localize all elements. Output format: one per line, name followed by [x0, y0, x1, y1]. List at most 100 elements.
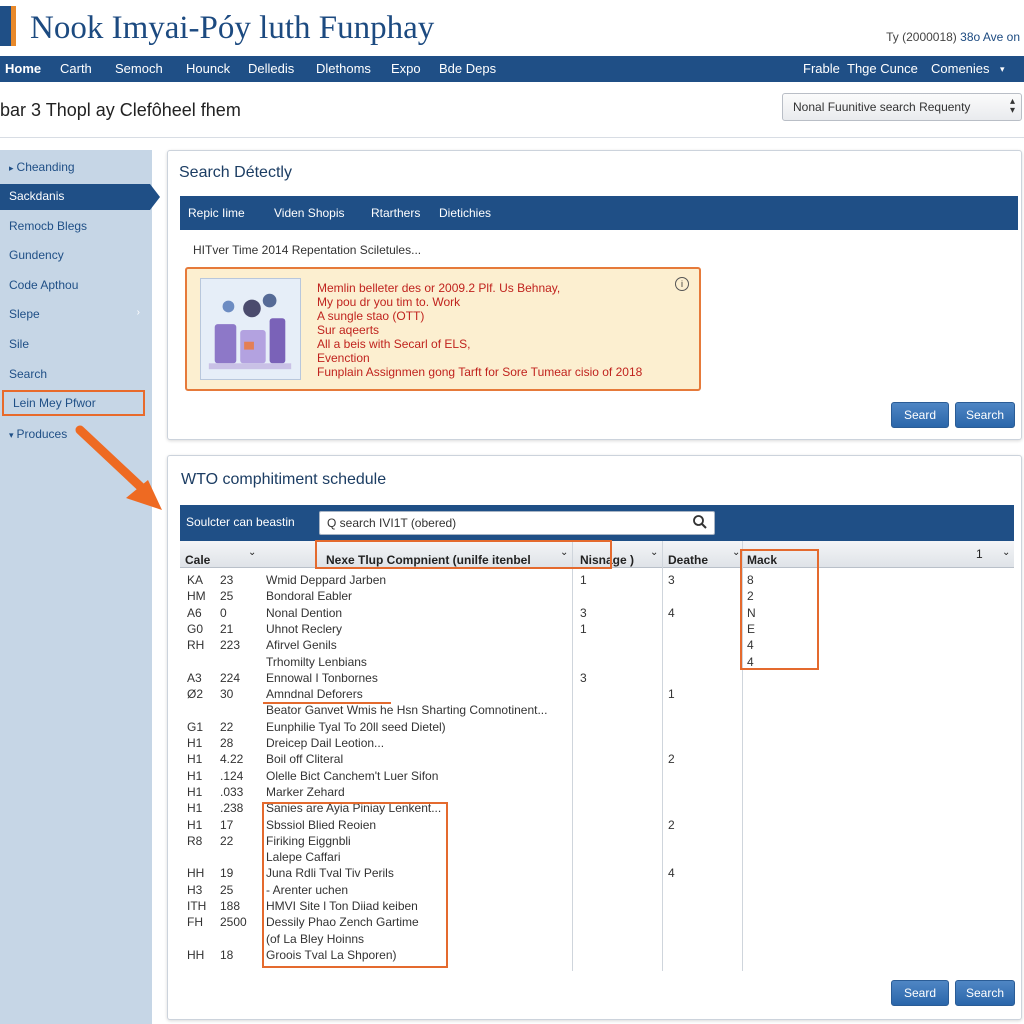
sidebar-item-active[interactable]: Sackdanis [0, 184, 160, 210]
nav-item[interactable]: Delledis [248, 61, 294, 76]
page-title: bar 3 Thopl ay Clefôheel fhem [0, 100, 241, 120]
table-cell: 28 [220, 736, 234, 750]
seard-button[interactable]: Seard [891, 980, 949, 1006]
table-cell: Trhomilty Lenbians [266, 654, 367, 669]
chevron-down-icon[interactable]: ⌄ [1002, 547, 1010, 558]
table-row[interactable]: A6 0 Nonal Dention 3 4 N [180, 604, 1014, 620]
table-cell: Ø2 [187, 687, 204, 702]
nav-item[interactable]: Expo [391, 61, 421, 76]
table-cell: H1 [187, 768, 203, 783]
column-header-label: Deathe [668, 553, 709, 567]
table-row[interactable]: G1 22 Eunphilie Tyal To 20ll seed Dietel) [180, 718, 1014, 734]
info-icon[interactable]: i [675, 277, 689, 291]
table-cell: 23 [220, 573, 234, 587]
nav-item[interactable]: Hounck [186, 61, 230, 76]
nav-item[interactable]: Comenies [931, 61, 990, 76]
table-cell: 19 [220, 866, 234, 881]
sidebar-item[interactable]: Search [0, 362, 152, 388]
table-cell: HH [187, 866, 205, 881]
chevron-down-icon[interactable]: ⌄ [650, 547, 658, 558]
sidebar-item[interactable]: ▸ Cheanding [0, 155, 152, 181]
column-header[interactable]: 1 [976, 547, 983, 561]
tab-item[interactable]: Repic Iime [188, 206, 245, 220]
sidebar-item-highlighted[interactable]: Lein Mey Pfwor [2, 390, 145, 416]
tab-item[interactable]: Viden Shopis [274, 206, 345, 220]
triangle-down-icon: ▾ [9, 430, 14, 440]
tab-item[interactable]: Rtarthers [371, 206, 420, 220]
table-cell: 224 [220, 670, 241, 685]
tab-item[interactable]: Dietichies [439, 206, 491, 220]
table-cell: Afirvel Genils [266, 638, 337, 653]
table-cell: ITH [187, 899, 207, 913]
search-input-value: Q search IVI1T (obered) [327, 516, 457, 530]
sidebar-item[interactable]: Remocb Blegs [0, 214, 152, 240]
sidebar: ▸ Cheanding Sackdanis Remocb Blegs Gunden… [0, 150, 160, 1024]
chevron-down-icon[interactable]: ▾ [1000, 64, 1005, 75]
result-summary[interactable]: HITver Time 2014 Repentation Sciletules.… [193, 243, 421, 257]
table-row[interactable]: A3 224 Ennowal I Tonbornes 3 [180, 669, 1014, 685]
table-cell: R8 [187, 833, 203, 848]
table-row[interactable]: Ø2 30 Amndnal Deforers 1 [180, 685, 1014, 701]
search-input[interactable]: Q search IVI1T (obered) [319, 511, 715, 535]
nav-item[interactable]: Carth [60, 61, 92, 76]
table-row[interactable]: G0 21 Uhnot Reclery 1 E [180, 620, 1014, 636]
sidebar-item[interactable]: Sile [0, 332, 152, 358]
sort-select[interactable]: Nonal Fuunitive search Requenty ▴ ▾ [782, 93, 1022, 121]
sidebar-item[interactable]: Slepe › [0, 302, 152, 328]
notice-line: Memlin belleter des or 2009.2 Plf. Us Be… [317, 281, 561, 295]
orange-arrow-annotation [75, 425, 162, 510]
nav-item[interactable]: Frable [803, 61, 840, 76]
chevron-right-icon: › [136, 307, 140, 318]
table-row[interactable]: H1 4.22 Boil off Cliteral 2 [180, 750, 1014, 766]
header-info-link[interactable]: 38o Ave on [960, 30, 1020, 44]
table-row[interactable]: RH 223 Afirvel Genils 4 [180, 636, 1014, 652]
seard-button[interactable]: Seard [891, 402, 949, 428]
page-subheader: bar 3 Thopl ay Clefôheel fhem Nonal Fuun… [0, 82, 1024, 138]
notice-box: Memlin belleter des or 2009.2 Plf. Us Be… [185, 267, 701, 391]
table-row[interactable]: H1 .124 Olelle Bict Canchem't Luer Sifon [180, 767, 1014, 783]
nav-item[interactable]: Thge Cunce [847, 61, 918, 76]
sidebar-item[interactable]: Gundency [0, 243, 152, 269]
table-cell: FH [187, 915, 203, 930]
table-cell: 1 [668, 687, 675, 702]
sidebar-item-label: Gundency [9, 248, 64, 262]
table-row[interactable]: Trhomilty Lenbians 4 [180, 653, 1014, 669]
table-cell: Amndnal Deforers [266, 687, 363, 702]
table-cell: KA [187, 573, 204, 587]
site-title[interactable]: Nook Imyai-Póy luth Funphay [30, 10, 434, 47]
table-cell: Eunphilie Tyal To 20ll seed Dietel) [266, 719, 446, 734]
triangle-right-icon: ▸ [9, 163, 14, 173]
table-row[interactable]: H1 .033 Marker Zehard [180, 783, 1014, 799]
nav-item[interactable]: Bde Deps [439, 61, 496, 76]
table-cell: 3 [580, 670, 587, 685]
search-button[interactable]: Search [955, 980, 1015, 1006]
table-cell: 25 [220, 589, 234, 604]
table-cell: RH [187, 638, 205, 653]
nav-home[interactable]: Home [5, 61, 41, 76]
table-cell: H3 [187, 882, 203, 897]
nav-item[interactable]: Semoch [115, 61, 163, 76]
table-cell: 2500 [220, 915, 247, 930]
table-cell: 4 [668, 866, 675, 881]
search-button[interactable]: Search [955, 402, 1015, 428]
table-cell: 30 [220, 687, 234, 702]
table-row[interactable]: KA 23 Wmid Deppard Jarben 1 3 8 [180, 571, 1014, 587]
table-cell: H1 [187, 817, 203, 832]
table-row[interactable]: H1 28 Dreicep Dail Leotion... [180, 734, 1014, 750]
table-cell: Boil off Cliteral [266, 752, 344, 767]
table-cell: .124 [220, 768, 244, 783]
highlight-box [262, 802, 448, 968]
chevron-down-icon[interactable]: ⌄ [248, 547, 256, 558]
table-row[interactable]: HM 25 Bondoral Eabler 2 [180, 587, 1014, 603]
highlight-underline [263, 702, 391, 704]
table-cell: 2 [668, 817, 675, 832]
notice-line: Sur aqeerts [317, 323, 380, 337]
search-icon[interactable] [692, 514, 708, 530]
search-label: Soulcter can beastin [186, 515, 295, 529]
notice-line: Funplain Assignmen gong Tarft for Sore T… [317, 365, 643, 379]
site-header: Nook Imyai-Póy luth Funphay Ty (2000018)… [0, 0, 1024, 56]
table-cell: HM [187, 589, 206, 604]
sidebar-item-label: Code Apthou [9, 278, 79, 292]
nav-item[interactable]: Dlethoms [316, 61, 371, 76]
sidebar-item[interactable]: Code Apthou [0, 273, 152, 299]
